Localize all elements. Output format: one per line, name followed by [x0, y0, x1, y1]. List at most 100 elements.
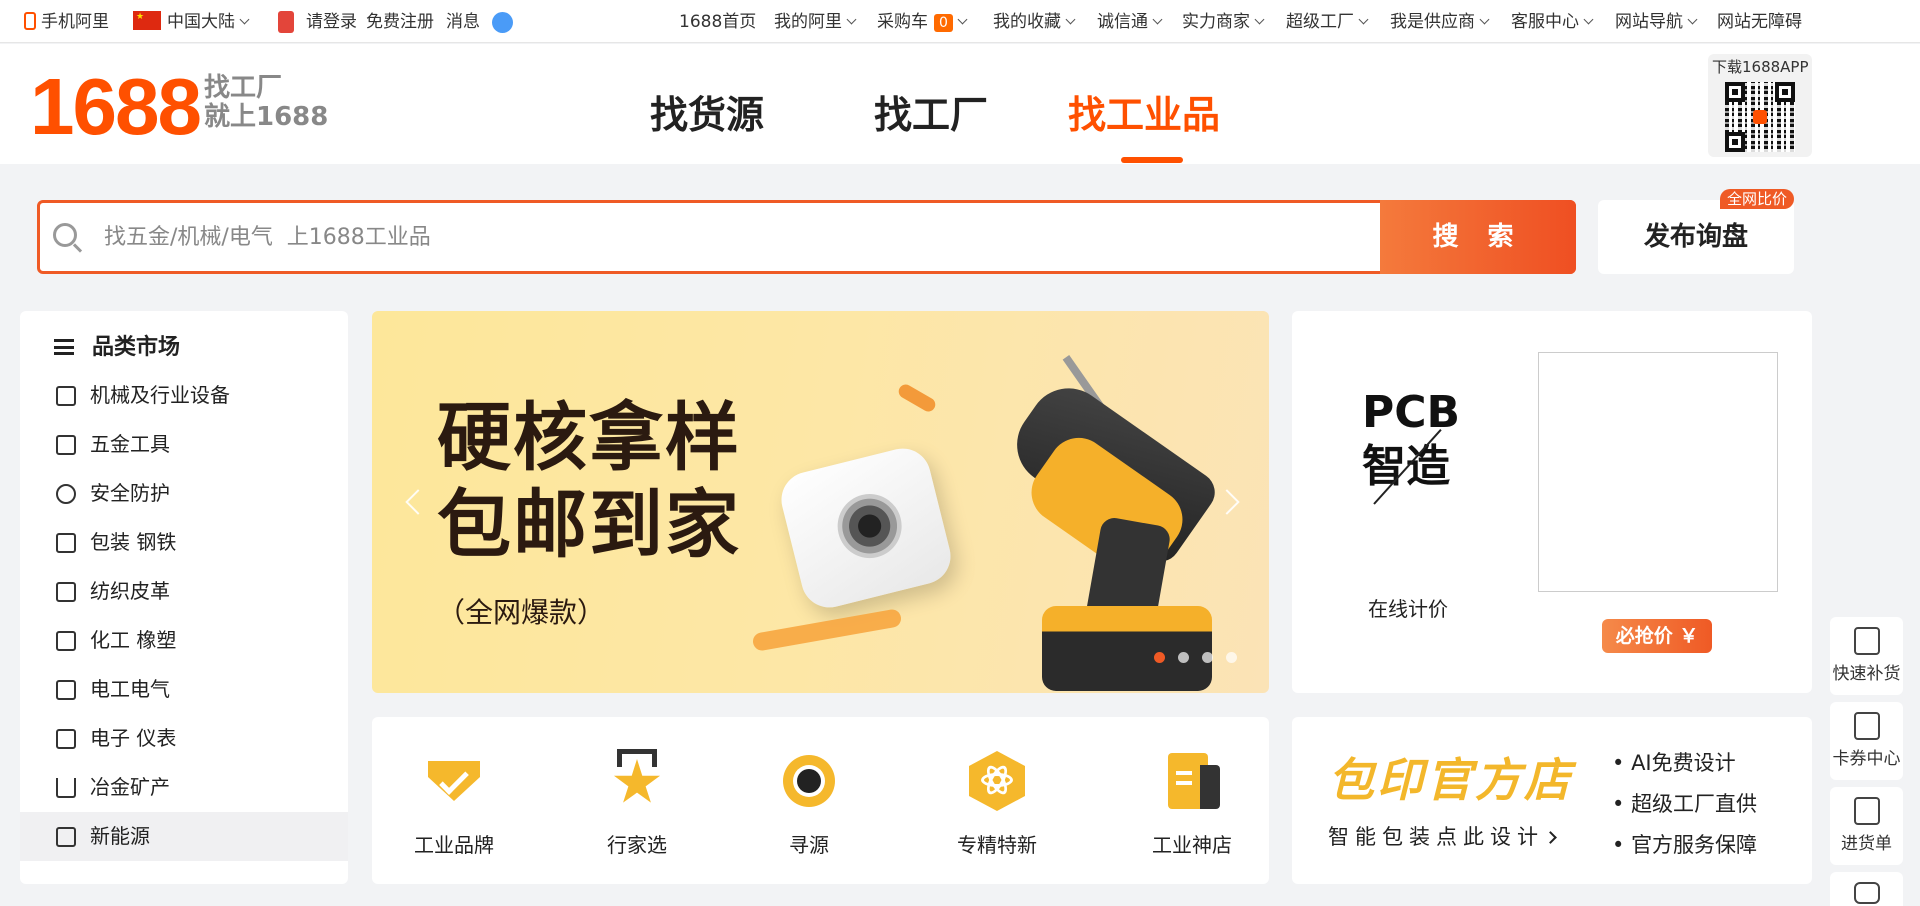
carousel-dot-active[interactable] [1154, 652, 1165, 663]
search-icon [53, 223, 77, 247]
chat-icon [1853, 882, 1880, 904]
feature-icons-row: 工业品牌 行家选 寻源 专精特新 工业神店 [372, 717, 1269, 884]
menu-icon [54, 339, 74, 355]
star-icon [605, 749, 669, 813]
chengxin-menu[interactable]: 诚信通 [1097, 11, 1163, 33]
sidebar-item-hardware[interactable]: 五金工具 [20, 420, 348, 469]
tab-find-goods[interactable]: 找货源 [650, 92, 764, 138]
sidebar-item-packaging[interactable]: 包装 钢铁 [20, 518, 348, 567]
print-store-card[interactable]: 包印官方店 智能包装点此设计 • AI免费设计 • 超级工厂直供 • 官方服务保… [1292, 717, 1812, 884]
service-menu[interactable]: 客服中心 [1511, 11, 1594, 33]
carousel-dot[interactable] [1226, 652, 1237, 663]
top-bar: 手机阿里 中国大陆 请登录 免费注册 消息 1688首页 我的阿里 采购车0 我… [0, 0, 1920, 43]
pcb-price-button[interactable]: 必抢价 ￥ [1602, 619, 1712, 653]
publish-inquiry-button[interactable]: 发布询盘 [1598, 200, 1794, 274]
pcb-title: PCB 智造 [1362, 387, 1461, 492]
phone-icon [24, 12, 36, 30]
feature-expert-pick[interactable]: 行家选 [562, 749, 712, 858]
qr-finder [1725, 132, 1745, 152]
chevron-down-icon [1358, 14, 1369, 25]
sidebar-item-electronics[interactable]: 电子 仪表 [20, 714, 348, 763]
sidebar-item-safety[interactable]: 安全防护 [20, 469, 348, 518]
store-icon [1160, 749, 1224, 813]
assistant-icon[interactable] [492, 12, 513, 33]
promo-banner[interactable]: 硬核拿样 包邮到家 （全网爆款） [372, 311, 1269, 693]
banner-headline-1: 硬核拿样 [437, 395, 741, 481]
red-packet-icon [278, 11, 294, 35]
accessibility-link[interactable]: 网站无障碍 [1717, 11, 1802, 33]
brand-icon [422, 749, 486, 813]
home-link[interactable]: 1688首页 [679, 11, 756, 33]
print-store-bullet: • AI免费设计 [1612, 751, 1736, 775]
tab-find-factory[interactable]: 找工厂 [874, 92, 988, 138]
carousel-dot[interactable] [1178, 652, 1189, 663]
sidebar-item-chemical[interactable]: 化工 橡塑 [20, 616, 348, 665]
feature-specialized[interactable]: 专精特新 [922, 749, 1072, 858]
ribbon-decoration [751, 608, 903, 652]
order-list-icon [1853, 797, 1880, 825]
cart-count-badge: 0 [934, 14, 953, 32]
chevron-down-icon [1065, 14, 1076, 25]
sidebar-item-mining[interactable]: 冶金矿产 [20, 763, 348, 812]
chevron-down-icon [957, 14, 968, 25]
category-sidebar: 品类市场 机械及行业设备 五金工具 安全防护 包装 钢铁 纺织皮革 化工 橡塑 … [20, 311, 348, 884]
active-tab-indicator [1121, 157, 1183, 163]
restock-icon [1853, 627, 1880, 655]
category-title: 品类市场 [54, 333, 180, 363]
float-restock-button[interactable]: 快速补货 [1830, 617, 1903, 695]
supplier-menu[interactable]: 我是供应商 [1390, 11, 1490, 33]
logo[interactable]: 1688 [30, 62, 202, 152]
banner-subline: （全网爆款） [437, 596, 606, 629]
tab-find-industrial[interactable]: 找工业品 [1068, 92, 1220, 138]
search-button[interactable]: 搜 索 [1380, 200, 1576, 274]
search-input[interactable] [104, 216, 1364, 258]
region-selector[interactable]: 中国大陆 [133, 11, 250, 33]
chevron-down-icon [1687, 14, 1698, 25]
china-flag-icon [133, 11, 161, 30]
target-icon [777, 749, 841, 813]
float-coupon-button[interactable]: 卡券中心 [1830, 702, 1903, 780]
feature-sourcing[interactable]: 寻源 [734, 749, 884, 858]
sidebar-item-electric[interactable]: 电工电气 [20, 665, 348, 714]
site-nav-menu[interactable]: 网站导航 [1615, 11, 1698, 33]
logo-slogan: 找工厂 就上1688 [204, 73, 329, 132]
ribbon-decoration [896, 381, 938, 415]
print-store-bullet: • 官方服务保障 [1612, 833, 1758, 857]
hardware-icon [56, 435, 76, 455]
login-link[interactable]: 请登录 [306, 11, 357, 33]
feature-industrial-brand[interactable]: 工业品牌 [379, 749, 529, 858]
messages-link[interactable]: 消息 [446, 11, 480, 33]
drill-product-image [972, 341, 1232, 691]
qr-finder [1725, 82, 1745, 102]
app-download-label: 下载1688APP [1712, 58, 1809, 76]
super-factory-menu[interactable]: 超级工厂 [1286, 11, 1369, 33]
qr-finder [1775, 82, 1795, 102]
atom-icon [965, 749, 1029, 813]
energy-icon [56, 827, 76, 847]
chevron-down-icon [1254, 14, 1265, 25]
mobile-link[interactable]: 手机阿里 [24, 11, 109, 33]
banner-headline-2: 包邮到家 [437, 482, 741, 568]
sidebar-item-new-energy[interactable]: 新能源 [20, 812, 348, 861]
print-store-subtitle[interactable]: 智能包装点此设计 [1328, 821, 1557, 851]
float-chat-button[interactable] [1830, 872, 1903, 906]
banner-prev-arrow[interactable] [405, 489, 431, 515]
favorites-menu[interactable]: 我的收藏 [993, 11, 1076, 33]
sidebar-item-machinery[interactable]: 机械及行业设备 [20, 371, 348, 420]
chevron-down-icon [1583, 14, 1594, 25]
float-order-list-button[interactable]: 进货单 [1830, 787, 1903, 865]
my-ali-menu[interactable]: 我的阿里 [774, 11, 857, 33]
pcb-card[interactable]: PCB 智造 在线计价 必抢价 ￥ [1292, 311, 1812, 693]
chevron-right-icon [1544, 831, 1557, 844]
camera-product-image [775, 442, 957, 614]
power-merchant-menu[interactable]: 实力商家 [1182, 11, 1265, 33]
compare-badge: 全网比价 [1720, 189, 1795, 209]
sidebar-item-textile[interactable]: 纺织皮革 [20, 567, 348, 616]
qr-logo [1753, 110, 1767, 124]
register-link[interactable]: 免费注册 [366, 11, 434, 33]
cart-menu[interactable]: 采购车 0 [877, 11, 968, 33]
feature-top-store[interactable]: 工业神店 [1117, 749, 1267, 858]
print-store-title: 包印官方店 [1328, 753, 1573, 807]
carousel-dot[interactable] [1202, 652, 1213, 663]
site-header: 1688 找工厂 就上1688 找货源 找工厂 找工业品 下载1688APP [0, 44, 1920, 164]
